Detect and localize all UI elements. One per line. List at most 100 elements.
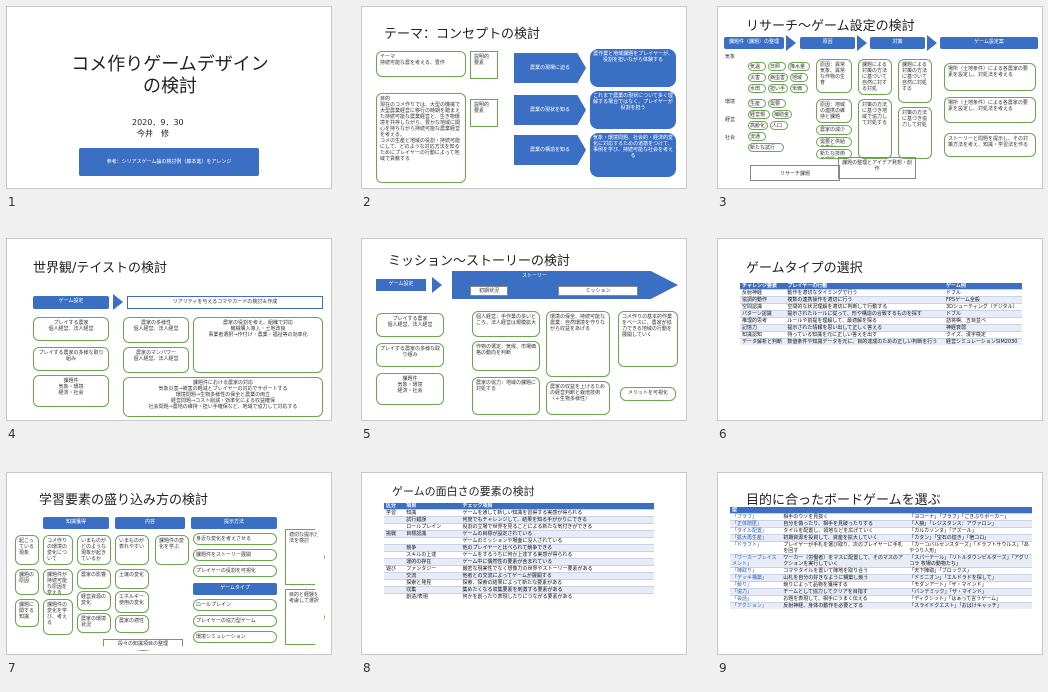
table-cell: ファンタジー [404, 565, 461, 573]
table-cell: 学習 [384, 509, 405, 517]
slide-7-title: 学習要素の盛り込み方の検討 [39, 493, 209, 508]
table-cell: 「拡大再生産」 [730, 534, 782, 542]
tag: 気温 [748, 62, 766, 71]
arrow-1: 農業の現場に迫る [514, 53, 586, 83]
left-box: 課題件 気象・環境 経済・社会 [33, 375, 109, 407]
bottom-box: 課題件における農家の対応 気象災害→被害の軽減とプレイヤーの対応でサポートする … [123, 377, 323, 417]
label-management: 経営 [725, 117, 736, 123]
content-box: いまものがどのような現象が起きているか [77, 535, 111, 565]
table-cell: 「天下陣取」「ブロックス」 [907, 567, 1032, 575]
slide-number: 9 [719, 661, 727, 675]
label-box-b: 説明的 要素 [470, 99, 498, 127]
table-cell: 競りによって品物を獲得する [781, 581, 908, 589]
table-cell: 「デッキ構築」 [730, 574, 782, 582]
knowledge-box: 起こっている現象 [15, 535, 39, 565]
slide-thumbnail-4[interactable]: 世界観/テイストの検討 ゲーム設定 リアリティを与えるコマやカードの検討＆作成 … [6, 238, 332, 421]
result-2: これまで農業の現状について多く理解する場合ではなく、プレイヤーが役割を担う [590, 91, 676, 129]
slide-thumbnail-7[interactable]: 学習要素の盛り込み方の検討 知識獲得 内容 提示方法 起こっている現象 課題の原… [6, 472, 332, 655]
table-cell: 役割の立場で世界を見ることによる新たな気付きができる [460, 523, 654, 531]
story-label: ストーリー [522, 273, 548, 279]
table-cell: 「人狼」「レジスタンス：アヴァロン」 [907, 520, 1032, 528]
table-cell: 協調的動作 [740, 296, 786, 304]
table-cell: 探索と発見 [404, 579, 461, 587]
table-cell: 自分を偽ったり、相手を見破ったりする [781, 520, 908, 528]
table-cell: 提示されたルールに従って、形や構造の合致するものを探す [785, 310, 944, 318]
table-cell: 知識認知 [740, 331, 786, 339]
purpose-box: 目的 現在のコメ作りでは、大型の機械で大型農業経営に移行の時期を踏まえた持続可能… [376, 93, 466, 183]
tag: 日照 [768, 62, 786, 71]
method-box: 身近な変化を考えさせる [193, 533, 277, 545]
header-1: 課題件（課題）の整理 [724, 37, 784, 49]
slide-thumbnail-2[interactable]: テーマ：コンセプトの検討 テーマ 持続可能な農を考える、豊作 目的 現在のコメ作… [361, 6, 687, 189]
table-cell: 集めたくなる収集要素を刺激する要素がある [460, 586, 654, 594]
game-setting-box: 場所（土地条件）による各農家の要素を設定し、対処法を考える [944, 97, 1036, 123]
table-cell [384, 551, 405, 559]
table-cell: ロールプレイン [404, 523, 461, 531]
table-cell: 「会話」 [730, 595, 782, 603]
table-cell: データ解析と判断 [740, 338, 786, 345]
right-arrow-box: 目的と経験を考慮して選択 [285, 589, 325, 645]
table-cell: 遊び [384, 565, 405, 573]
slide-number: 1 [8, 195, 16, 209]
col1-box: 個人経営：手作業の多いところ、法人経営は規模拡大 [472, 311, 540, 337]
right-arrow-box: 適切な提示方法を検討 [285, 529, 325, 585]
slide-thumbnail-6[interactable]: ゲームタイプの選択 チャレンジ要素 プレイヤーの行動 ゲーム例 反射神経 動作を適… [717, 238, 1043, 421]
tag: 水田 [748, 84, 766, 93]
table-cell: 収集 [404, 586, 461, 594]
slide-thumbnail-3[interactable]: リサーチ〜ゲーム設定の検討 課題件（課題）の整理 原因 対策 ゲーム設定案 気象… [717, 6, 1043, 189]
table-cell: 「パンデミック」「ザ・マインド」 [907, 588, 1032, 596]
slide-cell-3: リサーチ〜ゲーム設定の検討 課題件（課題）の整理 原因 対策 ゲーム設定案 気象… [717, 6, 1043, 226]
slide-thumbnail-9[interactable]: 目的に合ったボードゲームを選ぶ 型 「ブラフ」 相手のウソを見抜く 「ヨコーナ」「ブ… [717, 472, 1043, 655]
table-row: 記憶力 提示された情報を思い出して正しく答える 神経衰弱 [740, 324, 1022, 332]
game-setting-box: ストーリーと問題を提示し、その対策方法を考え、知識・学習法を作る [944, 133, 1036, 157]
table-cell: 創造/表現 [404, 593, 461, 600]
slide-thumbnail-1[interactable]: コメ作りゲームデザイン の検討 2020．9．30 今井 修 参考：シリアスゲーム… [6, 6, 332, 189]
content-box: 課題件の変化を学ぶ [155, 535, 189, 565]
table-row: 遊び ファンタジー 厳密な現実性でなく想像力の世界やストーリー要素がある [384, 565, 654, 573]
table-cell: 詰将棋、五目並べ [944, 317, 1022, 325]
left-box: 課題件 気象・環境 経済・社会 [376, 373, 444, 405]
slide-number: 5 [363, 427, 371, 441]
table-cell: 何かを創ったり表現したりにつながる要素がある [460, 593, 654, 600]
measure-box: 課題による対策の方法に基づいて自然に対処する [898, 59, 932, 103]
slide-1-reference: 参考：シリアスゲーム論の検討例（藤本進）をアレンジ [79, 148, 259, 176]
footer-organize: 課題の整理とアイデア発想・創作 [838, 157, 916, 179]
slide-4-title: 世界観/テイストの検討 [33, 261, 167, 276]
method-box: 環境シミュレーション [193, 631, 277, 643]
slide-thumbnail-8[interactable]: ゲームの面白さの要素の検討 区分 項目 チェック項目 学習 知識 ゲームを通して新し… [361, 472, 687, 655]
slide-number: 3 [719, 195, 727, 209]
tab-mission: ミッション [558, 286, 638, 296]
table-cell [384, 544, 405, 552]
cause-box: 需要と供給の変化 [816, 137, 852, 147]
slide-number: 8 [363, 661, 371, 675]
knowledge-box: 課題件が持続可能な原因を変える [43, 569, 73, 595]
table-cell: 交流 [404, 572, 461, 580]
table-cell: 「正体隠匿」 [730, 520, 782, 528]
slide-cell-2: テーマ：コンセプトの検討 テーマ 持続可能な農を考える、豊作 目的 現在のコメ作… [361, 6, 687, 226]
header-arrow [786, 35, 796, 51]
table-row: 「タイル配置」 タイルを配置し、領地などを広げていく 「カルカソンヌ」「アズール」 [730, 527, 1032, 535]
table-cell: 反射神経、身体の動作を必要とする [781, 602, 908, 609]
slide-cell-5: ミッション〜ストーリーの検討 ゲーム設定 ストーリー 初期状況 ミッション プレ… [361, 238, 687, 458]
table-row: 収集 集めたくなる収集要素を刺激する要素がある [384, 586, 654, 594]
slide-cell-4: 世界観/テイストの検討 ゲーム設定 リアリティを与えるコマやカードの検討＆作成 … [6, 238, 332, 458]
knowledge-box: 課題の原因 [15, 569, 39, 595]
slide-number: 4 [8, 427, 16, 441]
table-row: 「拡大再生産」 初期資源を投資して、資産を拡大していく 「カタン」「宝石の煌き」「宿… [730, 534, 1032, 542]
tag: 需要 [768, 99, 786, 108]
header-game-setting: ゲーム設定 [376, 279, 426, 291]
table-row: 「正体隠匿」 自分を偽ったり、相手を見破ったりする 「人狼」「レジスタンス：アヴァロ… [730, 520, 1032, 528]
knowledge-box: 課題件の変化を学び、考える [43, 599, 73, 635]
tag: 新たな試行 [748, 143, 784, 152]
knowledge-box: 課題に関する知識 [15, 599, 39, 627]
slide-1-date: 2020．9．30 [132, 118, 184, 127]
table-cell: タイルを配置し、領地などを広げていく [781, 527, 908, 535]
tag: 補助金 [772, 110, 792, 119]
tag: 担い手 [768, 84, 788, 93]
content-box: 経営資源の変化 [77, 591, 111, 611]
table-cell: 空間認識 [740, 303, 786, 311]
table-row: 創造/表現 何かを創ったり表現したりにつながる要素がある [384, 593, 654, 600]
slide-thumbnail-5[interactable]: ミッション〜ストーリーの検討 ゲーム設定 ストーリー 初期状況 ミッション プレ… [361, 238, 687, 421]
cause-box: 農家の減少 [816, 125, 852, 135]
content-box: 土壌の変化 [115, 569, 149, 589]
